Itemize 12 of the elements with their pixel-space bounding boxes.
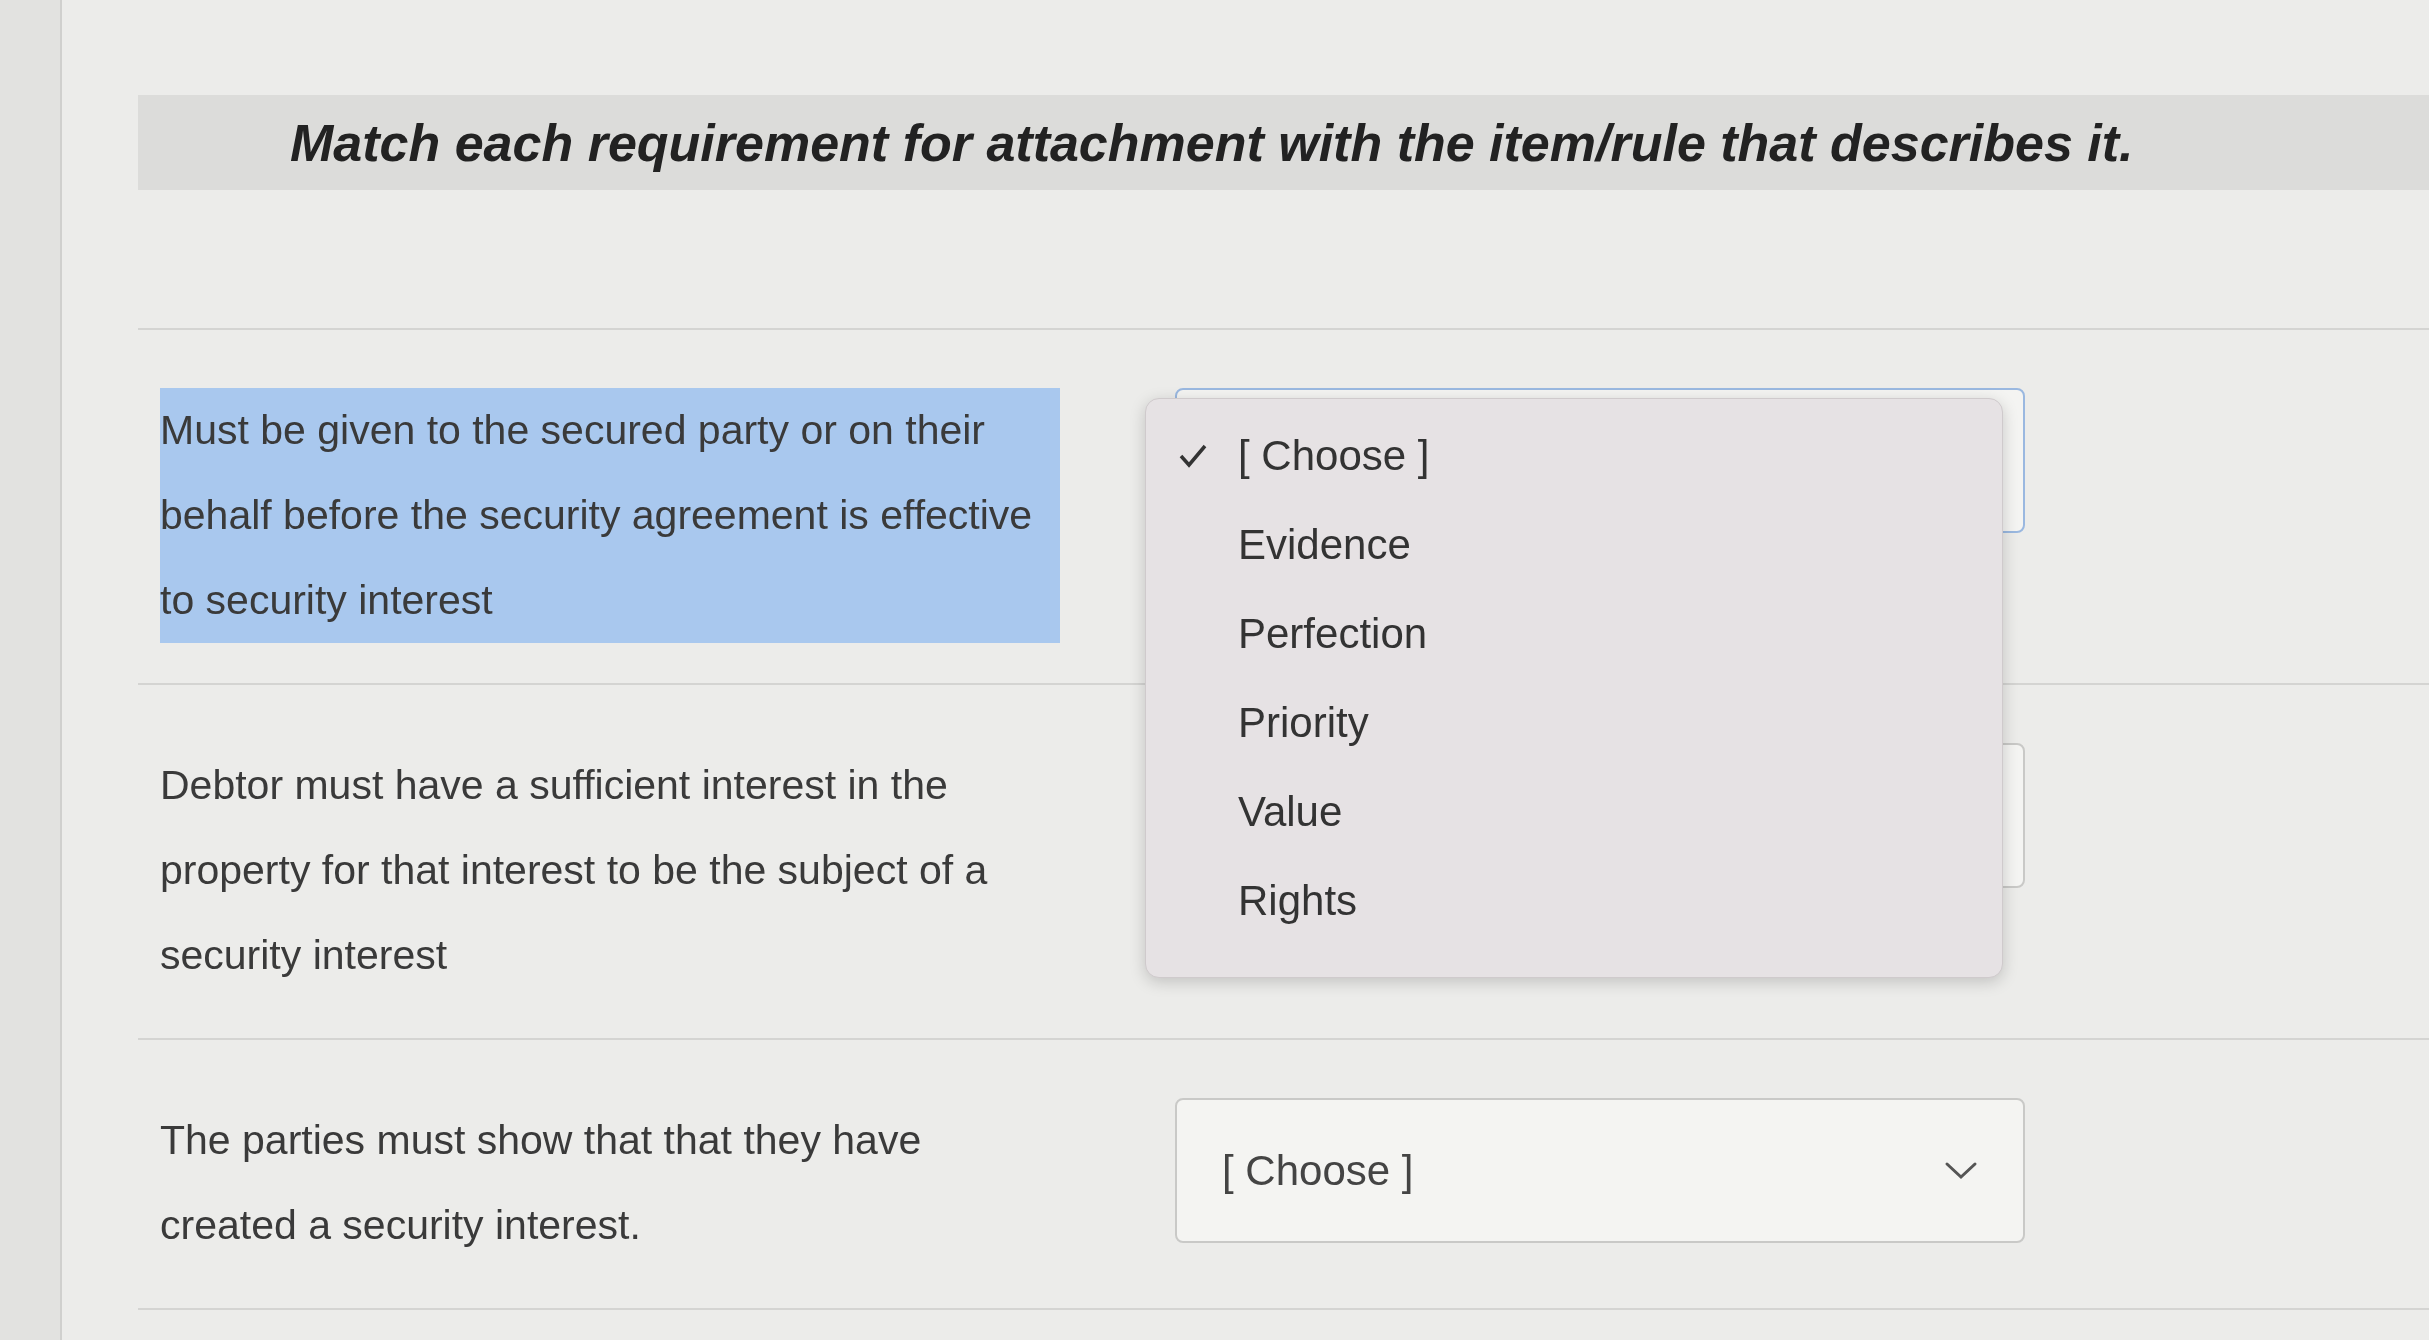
menu-option[interactable]: Evidence xyxy=(1146,500,2002,589)
choose-dropdown[interactable]: [ Choose ] xyxy=(1175,1098,2025,1243)
requirement-text: Debtor must have a sufficient interest in the property for that interest to be the subject of a security interest xyxy=(160,761,989,980)
menu-option[interactable]: Value xyxy=(1146,767,2002,856)
menu-option[interactable]: [ Choose ] xyxy=(1146,411,2002,500)
menu-option[interactable]: Perfection xyxy=(1146,589,2002,678)
question-title: Match each requirement for attachment with the item/rule that describes it. xyxy=(290,112,2134,174)
requirement-text: The parties must show that that they have created a security interest. xyxy=(160,1116,923,1250)
chevron-down-icon xyxy=(1944,1160,1978,1181)
requirement-text: Must be given to the secured party or on their behalf before the security agreement is effective to security interest xyxy=(160,388,1060,643)
menu-option[interactable]: Rights xyxy=(1146,856,2002,945)
menu-option[interactable]: Priority xyxy=(1146,678,2002,767)
